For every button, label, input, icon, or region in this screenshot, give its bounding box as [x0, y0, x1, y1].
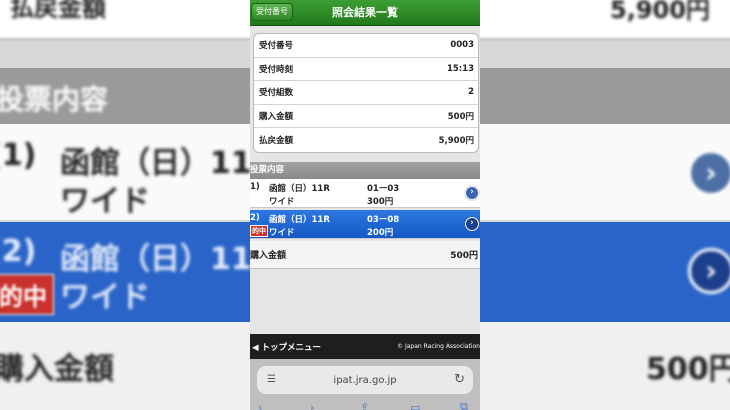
total-row: 購入金額 500円: [250, 241, 480, 269]
bet-race: 函館（日）11R: [269, 215, 330, 225]
info-row-receipt-number: 受付番号 0003: [254, 34, 478, 58]
bg-total-row: 購入金額: [0, 322, 250, 410]
bg-bet-row-1-right: ›: [480, 124, 730, 220]
info-label: 受付組数: [259, 88, 294, 99]
phone-screen: 照会結果一覧 受付番号 受付番号 0003 受付時刻 15:13 受付組数 2 …: [250, 0, 480, 410]
bets-section-header: 投票内容: [250, 162, 480, 179]
back-arrow-icon[interactable]: ‹: [258, 401, 262, 410]
reload-icon[interactable]: ↻: [454, 372, 465, 387]
info-value: 15:13: [446, 63, 474, 74]
footer-bar: ◀ トップメニュー © Japan Racing Association: [250, 334, 480, 359]
info-value: 0003: [450, 40, 474, 51]
bg-total-label: 購入金額: [0, 352, 114, 387]
bet-type: ワイド: [269, 228, 295, 238]
bg-bet-1-type: ワイド: [60, 184, 150, 219]
bet-amount: 300円: [367, 197, 394, 207]
info-row-set-count: 受付組数 2: [254, 81, 478, 105]
bet-row-2[interactable]: 2) 函館（日）11R 03ー08 的中 ワイド 200円 ›: [250, 210, 480, 239]
info-value: 5,900円: [438, 136, 474, 147]
hit-badge: 的中: [250, 225, 268, 237]
bet-race: 函館（日）11R: [269, 184, 330, 194]
bg-refund-amount: 5,900円: [610, 0, 710, 24]
browser-toolbar: ‹ › ⇪ ▭ ⧉: [250, 400, 480, 410]
forward-arrow-icon[interactable]: ›: [310, 401, 314, 410]
tabs-icon[interactable]: ⧉: [460, 400, 468, 410]
bg-total-value: 500円: [646, 352, 730, 387]
reader-icon[interactable]: ☰: [267, 374, 277, 385]
info-row-receipt-time: 受付時刻 15:13: [254, 58, 478, 82]
bet-amount: 200円: [367, 228, 394, 238]
bet-combination: 03ー08: [367, 215, 400, 225]
zoomed-background-left: 払戻金額 投票内容 (1) 函館（日）11R ワイド (2) 函館（日）11R …: [0, 0, 250, 410]
bg-section-header: 投票内容: [0, 68, 250, 124]
top-menu-link[interactable]: ◀ トップメニュー: [252, 341, 321, 353]
info-row-refund-amount: 払戻金額 5,900円: [254, 128, 478, 152]
info-label: 受付時刻: [259, 64, 294, 75]
bet-number: 2): [250, 213, 260, 223]
share-icon[interactable]: ⇪: [360, 401, 369, 410]
info-card: 受付番号 0003 受付時刻 15:13 受付組数 2 購入金額 500円 払戻…: [253, 33, 479, 153]
url-text: ipat.jra.go.jp: [333, 374, 397, 386]
screen: 払戻金額 投票内容 (1) 函館（日）11R ワイド (2) 函館（日）11R …: [0, 0, 730, 410]
bg-bet-2-no: (2): [0, 234, 37, 269]
bet-combination: 01ー03: [367, 184, 400, 194]
chevron-right-circle-icon[interactable]: ›: [465, 186, 479, 200]
chevron-right-circle-icon[interactable]: ›: [465, 217, 479, 231]
bet-type: ワイド: [269, 197, 295, 207]
bg-bet-row-1: (1) 函館（日）11R ワイド: [0, 124, 250, 220]
bg-bet-row-2: (2) 函館（日）11R 的中 ワイド: [0, 222, 250, 322]
bg-refund-label: 払戻金額: [10, 0, 106, 22]
bg-hit-badge: 的中: [0, 274, 54, 315]
bg-section-header-right: [480, 68, 730, 124]
total-label: 購入金額: [250, 251, 287, 261]
bookmarks-icon[interactable]: ▭: [410, 401, 420, 410]
bet-row-1[interactable]: 1) 函館（日）11R 01ー03 ワイド 300円 ›: [250, 179, 480, 208]
info-label: 払戻金額: [259, 136, 294, 147]
back-button[interactable]: 受付番号: [251, 3, 293, 21]
bg-bet-2-type: ワイド: [60, 280, 150, 315]
total-value: 500円: [450, 251, 478, 261]
bg-arrow-icon-1: ›: [688, 150, 730, 196]
browser-bar: ☰ ipat.jra.go.jp ↻ ‹ › ⇪ ▭ ⧉: [250, 359, 480, 410]
zoomed-background-right: 5,900円 › › 500円: [480, 0, 730, 410]
top-menu-label: トップメニュー: [261, 342, 322, 353]
info-value: 500円: [447, 112, 474, 123]
info-label: 購入金額: [259, 112, 294, 123]
nav-bar: 照会結果一覧 受付番号: [250, 0, 480, 26]
bg-total-row-right: 500円: [480, 322, 730, 410]
bg-section-title: 投票内容: [0, 83, 109, 116]
copyright: © Japan Racing Association: [397, 343, 480, 350]
info-value: 2: [468, 87, 474, 98]
bg-arrow-icon-2: ›: [688, 248, 730, 294]
bet-number: 1): [250, 182, 260, 192]
info-row-purchase-amount: 購入金額 500円: [254, 105, 478, 129]
info-label: 受付番号: [259, 41, 294, 52]
address-bar[interactable]: ☰ ipat.jra.go.jp ↻: [257, 366, 473, 394]
bg-bet-row-2-right: ›: [480, 222, 730, 322]
bg-bet-1-no: (1): [0, 138, 37, 173]
